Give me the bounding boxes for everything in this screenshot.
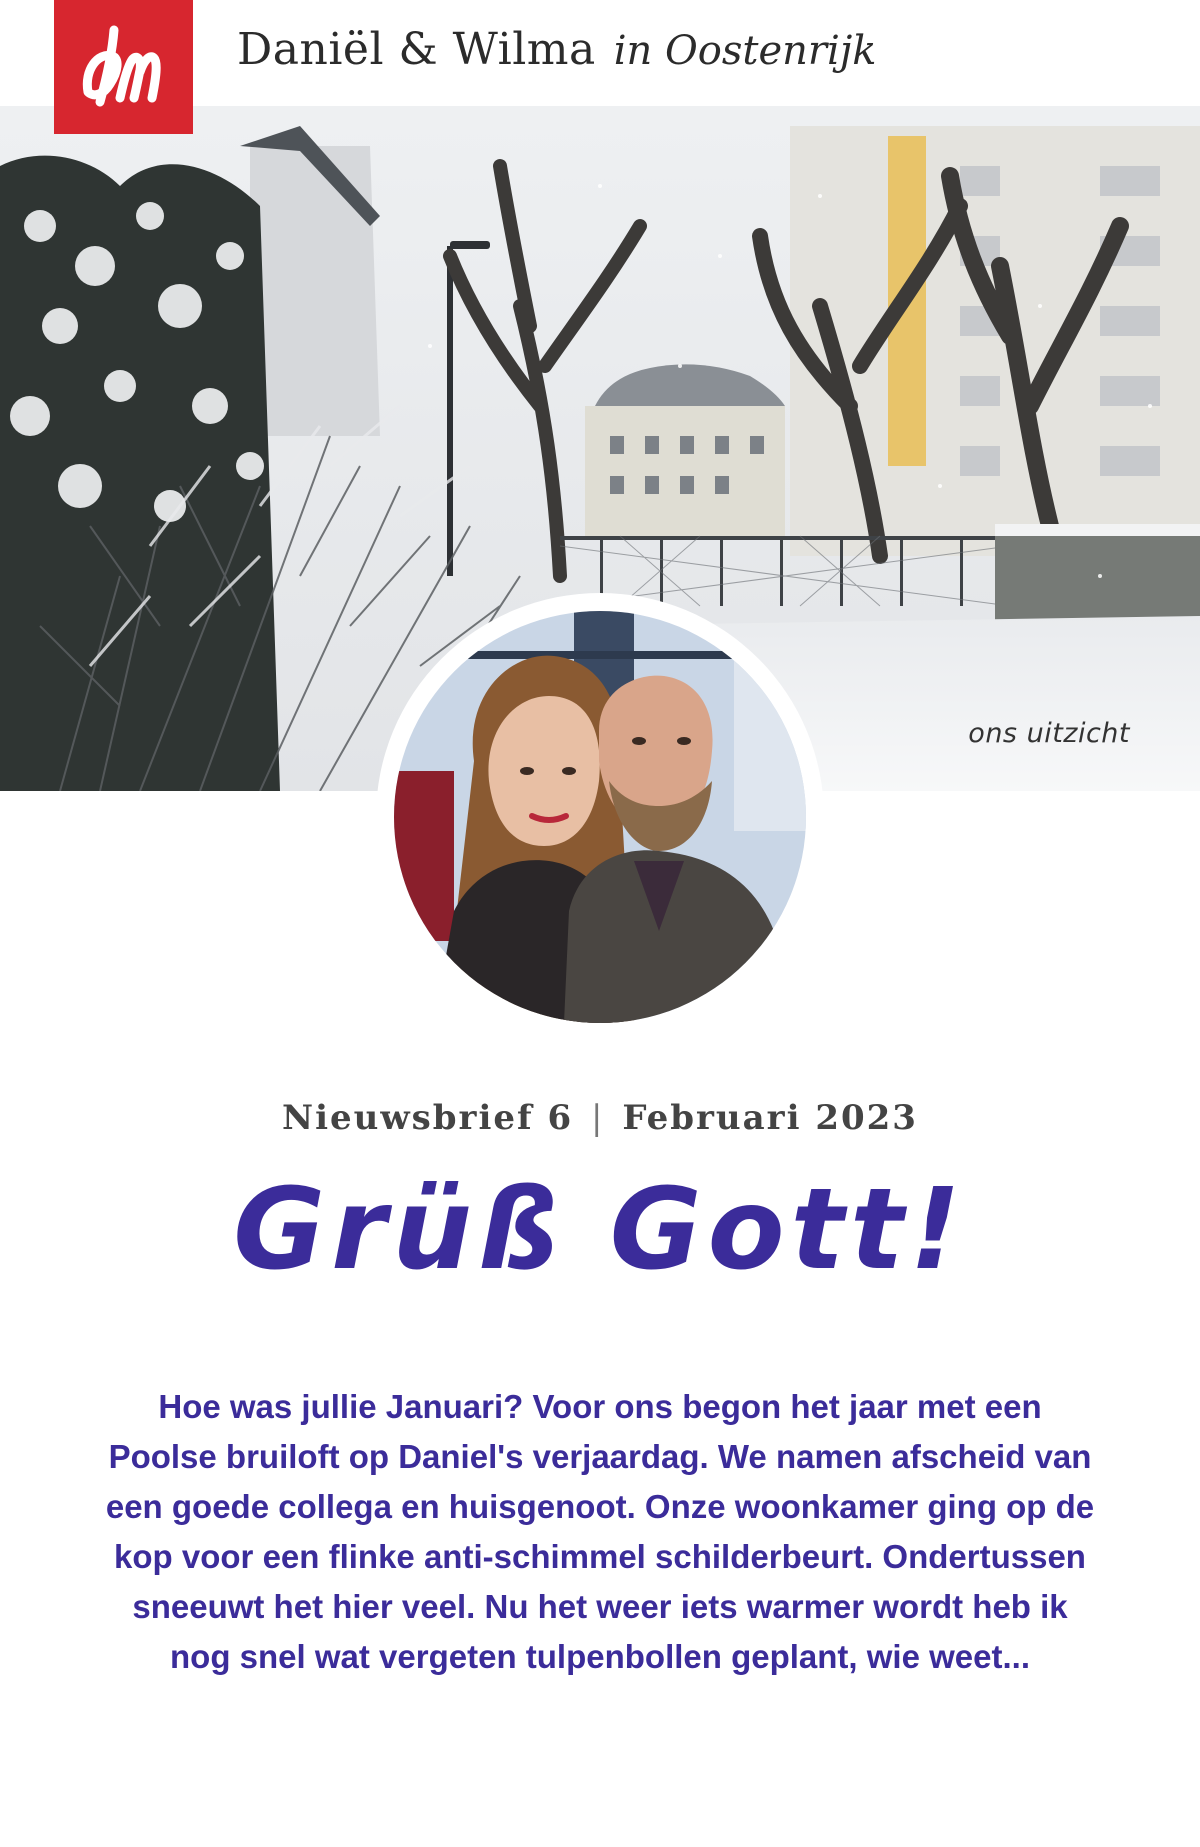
- site-logo[interactable]: [54, 0, 193, 134]
- couple-photo-illustration: [394, 611, 806, 1023]
- site-header: Daniël & Wilma in Oostenrijk: [0, 0, 1200, 134]
- site-title-place: in Oostenrijk: [613, 28, 877, 74]
- newsletter-issue-line: Nieuwsbrief 6 | Februari 2023: [0, 1098, 1200, 1138]
- site-title-names: Daniël & Wilma: [237, 24, 596, 75]
- couple-portrait: [376, 593, 824, 1041]
- hero-caption: ons uitzicht: [968, 718, 1130, 749]
- issue-separator: |: [591, 1098, 605, 1138]
- dm-monogram-logo: [82, 25, 161, 107]
- portrait-photo: [394, 611, 806, 1023]
- newsletter-intro: Hoe was jullie Januari? Voor ons begon h…: [105, 1388, 1095, 1675]
- newsletter-headline: Grüß Gott!: [233, 1165, 967, 1295]
- newsletter-date: Februari 2023: [622, 1098, 918, 1138]
- newsletter-issue: Nieuwsbrief 6: [282, 1098, 574, 1138]
- site-title: Daniël & Wilma in Oostenrijk: [237, 24, 876, 84]
